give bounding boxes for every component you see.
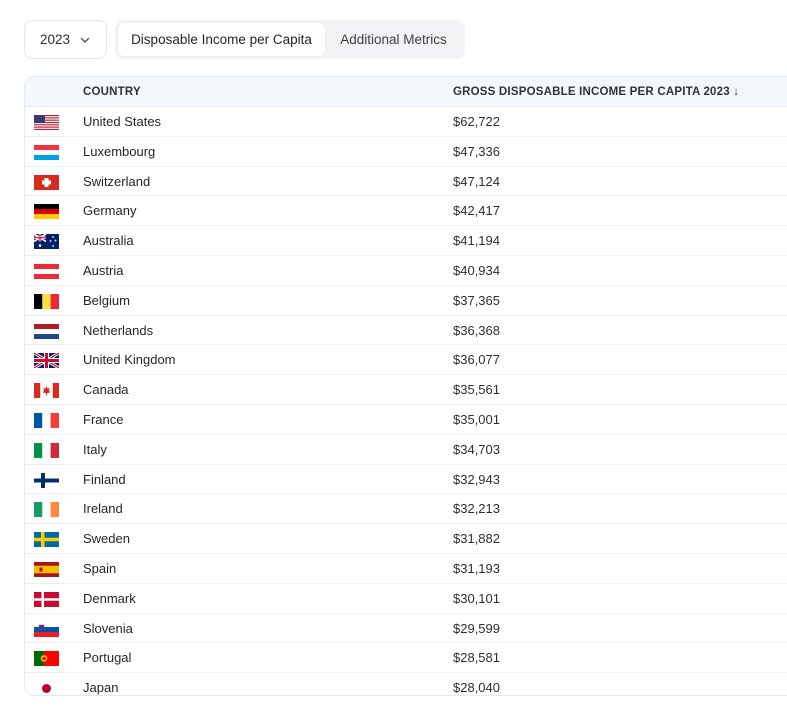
table-row[interactable]: United States $62,722 [25,107,787,137]
luxembourg-flag-icon [34,144,59,160]
table-row[interactable]: Portugal $28,581 [25,643,787,674]
netherlands-flag-icon [34,323,59,339]
table-row[interactable]: Canada $35,561 [25,375,787,405]
switzerland-flag-icon [34,174,59,190]
table-row[interactable]: Italy $34,703 [25,435,787,465]
income-value: $36,368 [453,322,500,338]
country-name: Luxembourg [83,143,156,159]
income-value: $30,101 [453,590,500,606]
country-name: Netherlands [83,322,154,338]
income-value: $31,193 [453,560,500,576]
country-name: Slovenia [83,620,133,636]
canada-flag-icon [34,383,59,399]
table-row[interactable]: Japan $28,040 [25,673,787,696]
income-value: $32,943 [453,471,500,487]
country-name: Germany [83,203,137,219]
table-row[interactable]: United Kingdom $36,077 [25,345,787,376]
chevron-down-icon [80,37,90,43]
country-name: United Kingdom [83,352,176,368]
income-value: $35,561 [453,382,500,398]
denmark-flag-icon [34,591,59,607]
income-value: $31,882 [453,531,500,547]
table-row[interactable]: France $35,001 [25,405,787,435]
tab-additional-metrics[interactable]: Additional Metrics [325,23,462,56]
table-row[interactable]: Netherlands $36,368 [25,316,787,346]
country-name: Austria [83,262,124,278]
country-name: United States [83,114,162,129]
income-value: $62,722 [453,114,500,129]
income-value: $28,581 [453,650,500,666]
table-row[interactable]: Switzerland $47,124 [25,167,787,197]
table-row[interactable]: Austria $40,934 [25,256,787,286]
country-name: Denmark [83,590,136,606]
country-name: Finland [83,471,126,487]
table-body: United States $62,722 Luxembourg $47,336 Swi… [25,107,787,696]
country-name: Spain [83,560,117,576]
year-select-value: 2023 [40,32,71,47]
table-row[interactable]: Finland $32,943 [25,465,787,495]
income-value: $29,599 [453,620,500,636]
year-select[interactable]: 2023 [24,20,107,59]
table-row[interactable]: Belgium $37,365 [25,286,787,316]
income-value: $28,040 [453,680,500,696]
country-name: Italy [83,441,107,457]
austria-flag-icon [34,263,59,279]
income-value: $41,194 [453,233,500,249]
income-value: $40,934 [453,262,500,278]
income-value: $36,077 [453,352,500,368]
table-row[interactable]: Australia $41,194 [25,226,787,256]
ireland-flag-icon [34,502,59,518]
france-flag-icon [34,412,59,428]
country-name: Australia [83,233,134,249]
country-name: Switzerland [83,173,151,189]
metric-tabs: Disposable Income per Capita Additional … [115,20,465,59]
country-name: Ireland [83,501,123,517]
table-row[interactable]: Ireland $32,213 [25,494,787,525]
income-value: $47,336 [453,143,500,159]
spain-flag-icon [34,561,59,577]
column-header-country[interactable]: COUNTRY [83,77,141,107]
income-value: $37,365 [453,292,500,308]
table-row[interactable]: Slovenia $29,599 [25,614,787,644]
table-row[interactable]: Germany $42,417 [25,196,787,227]
table-row[interactable]: Luxembourg $47,336 [25,137,787,167]
uk-flag-icon [34,353,59,369]
income-table: COUNTRY GROSS DISPOSABLE INCOME PER CAPI… [24,76,787,696]
finland-flag-icon [34,472,59,488]
country-name: Sweden [83,531,130,547]
portugal-flag-icon [34,651,59,667]
italy-flag-icon [34,442,59,458]
australia-flag-icon [34,234,59,250]
income-value: $42,417 [453,203,500,219]
table-row[interactable]: Sweden $31,882 [25,524,787,554]
slovenia-flag-icon [34,621,59,637]
income-value: $35,001 [453,411,500,427]
tab-disposable-income[interactable]: Disposable Income per Capita [118,23,325,56]
column-header-income[interactable]: GROSS DISPOSABLE INCOME PER CAPITA 2023 … [453,77,739,107]
country-name: Canada [83,382,129,398]
income-value: $47,124 [453,173,500,189]
table-row[interactable]: Denmark $30,101 [25,584,787,614]
income-value: $34,703 [453,441,500,457]
japan-flag-icon [34,681,59,695]
germany-flag-icon [34,204,59,220]
income-value: $32,213 [453,501,500,517]
country-name: Japan [83,680,119,696]
country-name: Portugal [83,650,132,666]
country-name: France [83,411,124,427]
country-name: Belgium [83,292,130,308]
us-flag-icon [34,115,59,130]
sweden-flag-icon [34,532,59,548]
table-row[interactable]: Spain $31,193 [25,554,787,584]
table-header: COUNTRY GROSS DISPOSABLE INCOME PER CAPI… [25,77,787,107]
belgium-flag-icon [34,293,59,309]
